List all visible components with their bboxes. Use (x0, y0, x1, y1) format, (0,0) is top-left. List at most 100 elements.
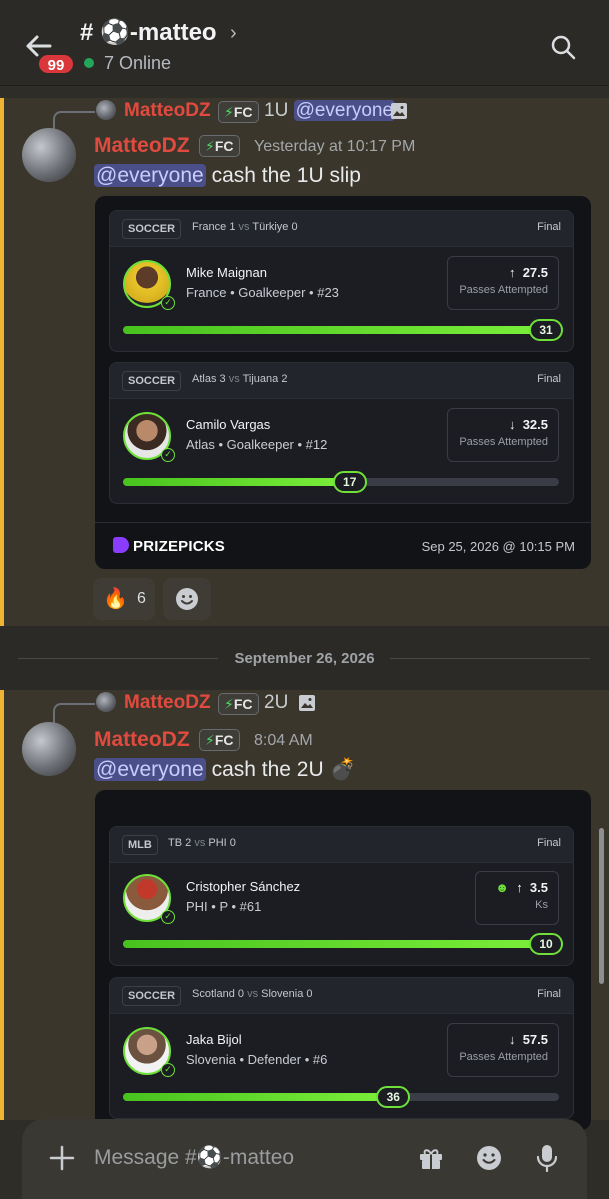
prizepicks-embed[interactable]: MLB TB 2 vs PHI 0 Final ✓ Cristopher Sán… (95, 790, 591, 1130)
bolt-icon: ⚡ (205, 138, 215, 154)
author-name[interactable]: MatteoDZ (94, 134, 190, 158)
player-meta: PHI • P • #61 (186, 899, 262, 914)
pick-header: SOCCER Atlas 3 vs Tijuana 2 Final (110, 363, 573, 399)
player-name: Mike Maignan (186, 265, 267, 280)
arrow-up-icon: ↑ (508, 265, 516, 280)
devil-icon: ☻ (495, 880, 509, 895)
message-input[interactable]: Message #⚽-matteo (94, 1146, 294, 1170)
search-icon[interactable] (550, 34, 576, 60)
pick-card: SOCCER Atlas 3 vs Tijuana 2 Final ✓ Cami… (109, 362, 574, 504)
reply-avatar (96, 692, 116, 712)
slip-date: Sep 25, 2026 @ 10:15 PM (421, 539, 575, 554)
chevron-right-icon[interactable]: › (230, 22, 237, 45)
stat-box: ↑ 27.5 Passes Attempted (447, 256, 559, 310)
result-pill: 31 (529, 319, 563, 341)
match-score: Scotland 0 vs Slovenia 0 (192, 988, 313, 1000)
plus-icon[interactable] (49, 1145, 75, 1171)
stat-box: ☻ ↑ 3.5 Ks (475, 871, 559, 925)
channel-title[interactable]: # ⚽-matteo (80, 18, 217, 47)
progress-track: 10 (123, 933, 563, 955)
role-tag: ⚡FC (218, 101, 259, 123)
match-score: Atlas 3 vs Tijuana 2 (192, 373, 288, 385)
emoji-icon[interactable] (476, 1145, 502, 1171)
avatar[interactable] (22, 128, 76, 182)
stat-label: Ks (535, 899, 548, 911)
prizepicks-logo: PRIZEPICKS (113, 537, 225, 555)
reply-connector (53, 111, 95, 131)
stat-line: 27.5 (522, 265, 548, 280)
reply-author[interactable]: MatteoDZ (124, 692, 211, 714)
hash-icon: # (80, 19, 94, 46)
stat-label: Passes Attempted (459, 436, 548, 448)
pick-card: SOCCER France 1 vs Türkiye 0 Final ✓ Mik… (109, 210, 574, 352)
reply-author[interactable]: MatteoDZ (124, 100, 211, 122)
avatar[interactable] (22, 722, 76, 776)
player-meta: Atlas • Goalkeeper • #12 (186, 437, 328, 452)
role-tag: ⚡FC (199, 729, 240, 751)
message-composer: Message #⚽-matteo (22, 1119, 587, 1199)
progress-track: 36 (123, 1086, 559, 1108)
stat-line: 32.5 (522, 417, 548, 432)
microphone-icon[interactable] (534, 1144, 560, 1172)
sport-badge: MLB (122, 835, 158, 855)
prizepicks-embed[interactable]: SOCCER France 1 vs Türkiye 0 Final ✓ Mik… (95, 196, 591, 569)
emoji-smile-icon (176, 588, 198, 610)
bolt-icon: ⚡ (224, 104, 234, 120)
game-status: Final (537, 988, 561, 1000)
gift-icon[interactable] (418, 1145, 444, 1171)
game-status: Final (537, 837, 561, 849)
player-meta: France • Goalkeeper • #23 (186, 285, 339, 300)
embed-footer: PRIZEPICKS Sep 25, 2026 @ 10:15 PM (95, 522, 591, 568)
arrow-down-icon: ↓ (508, 417, 516, 432)
stat-line: 3.5 (529, 880, 548, 895)
online-status-dot (84, 58, 94, 68)
reply-preview[interactable]: 1U @everyone (264, 100, 396, 122)
pick-card: MLB TB 2 vs PHI 0 Final ✓ Cristopher Sán… (109, 826, 574, 966)
message-text: @everyone cash the 1U slip (94, 164, 361, 187)
stat-label: Passes Attempted (459, 1051, 548, 1063)
role-tag: ⚡FC (199, 135, 240, 157)
bolt-icon: ⚡ (224, 696, 234, 712)
checkmark-icon: ✓ (161, 296, 175, 310)
stat-box: ↓ 32.5 Passes Attempted (447, 408, 559, 462)
match-score: France 1 vs Türkiye 0 (192, 221, 298, 233)
progress-track: 17 (123, 471, 559, 493)
pick-header: MLB TB 2 vs PHI 0 Final (110, 827, 573, 863)
image-icon (391, 103, 407, 119)
player-meta: Slovenia • Defender • #6 (186, 1052, 328, 1067)
date-divider: September 26, 2026 (0, 626, 609, 690)
reply-avatar (96, 100, 116, 120)
message-text: @everyone cash the 2U 💣 (94, 758, 356, 781)
channel-header: 99 # ⚽-matteo › 7 Online (0, 0, 609, 86)
sport-badge: SOCCER (122, 986, 182, 1006)
scrollbar[interactable] (599, 828, 604, 984)
channel-name: -matteo (129, 19, 217, 46)
author-name[interactable]: MatteoDZ (94, 728, 190, 752)
reaction-count: 6 (137, 590, 146, 607)
checkmark-icon: ✓ (161, 448, 175, 462)
message-row[interactable]: MatteoDZ ⚡FC 2U MatteoDZ ⚡FC 8:04 AM @ev… (0, 690, 609, 1130)
result-pill: 36 (376, 1086, 411, 1108)
mention[interactable]: @everyone (94, 758, 206, 781)
player-name: Jaka Bijol (186, 1032, 242, 1047)
app-root: 99 # ⚽-matteo › 7 Online MatteoDZ ⚡FC 1U… (0, 0, 609, 1199)
online-count: 7 Online (104, 53, 172, 73)
progress-fill (123, 1093, 394, 1101)
pick-header: SOCCER Scotland 0 vs Slovenia 0 Final (110, 978, 573, 1014)
image-icon (299, 695, 315, 711)
reaction-fire[interactable]: 🔥 6 (93, 578, 155, 620)
add-reaction-button[interactable] (163, 578, 211, 620)
timestamp: 8:04 AM (254, 732, 313, 749)
pick-card: SOCCER Scotland 0 vs Slovenia 0 Final ✓ … (109, 977, 574, 1119)
stat-box: ↓ 57.5 Passes Attempted (447, 1023, 559, 1077)
timestamp: Yesterday at 10:17 PM (254, 138, 416, 155)
stat-line: 57.5 (522, 1032, 548, 1047)
sport-badge: SOCCER (122, 371, 182, 391)
result-pill: 10 (529, 933, 563, 955)
progress-track: 31 (123, 319, 563, 341)
bolt-icon: ⚡ (205, 732, 215, 748)
message-row[interactable]: MatteoDZ ⚡FC 1U @everyone MatteoDZ ⚡FC Y… (0, 98, 609, 626)
result-pill: 17 (332, 471, 367, 493)
mention[interactable]: @everyone (94, 164, 206, 187)
reply-preview[interactable]: 2U (264, 692, 288, 714)
